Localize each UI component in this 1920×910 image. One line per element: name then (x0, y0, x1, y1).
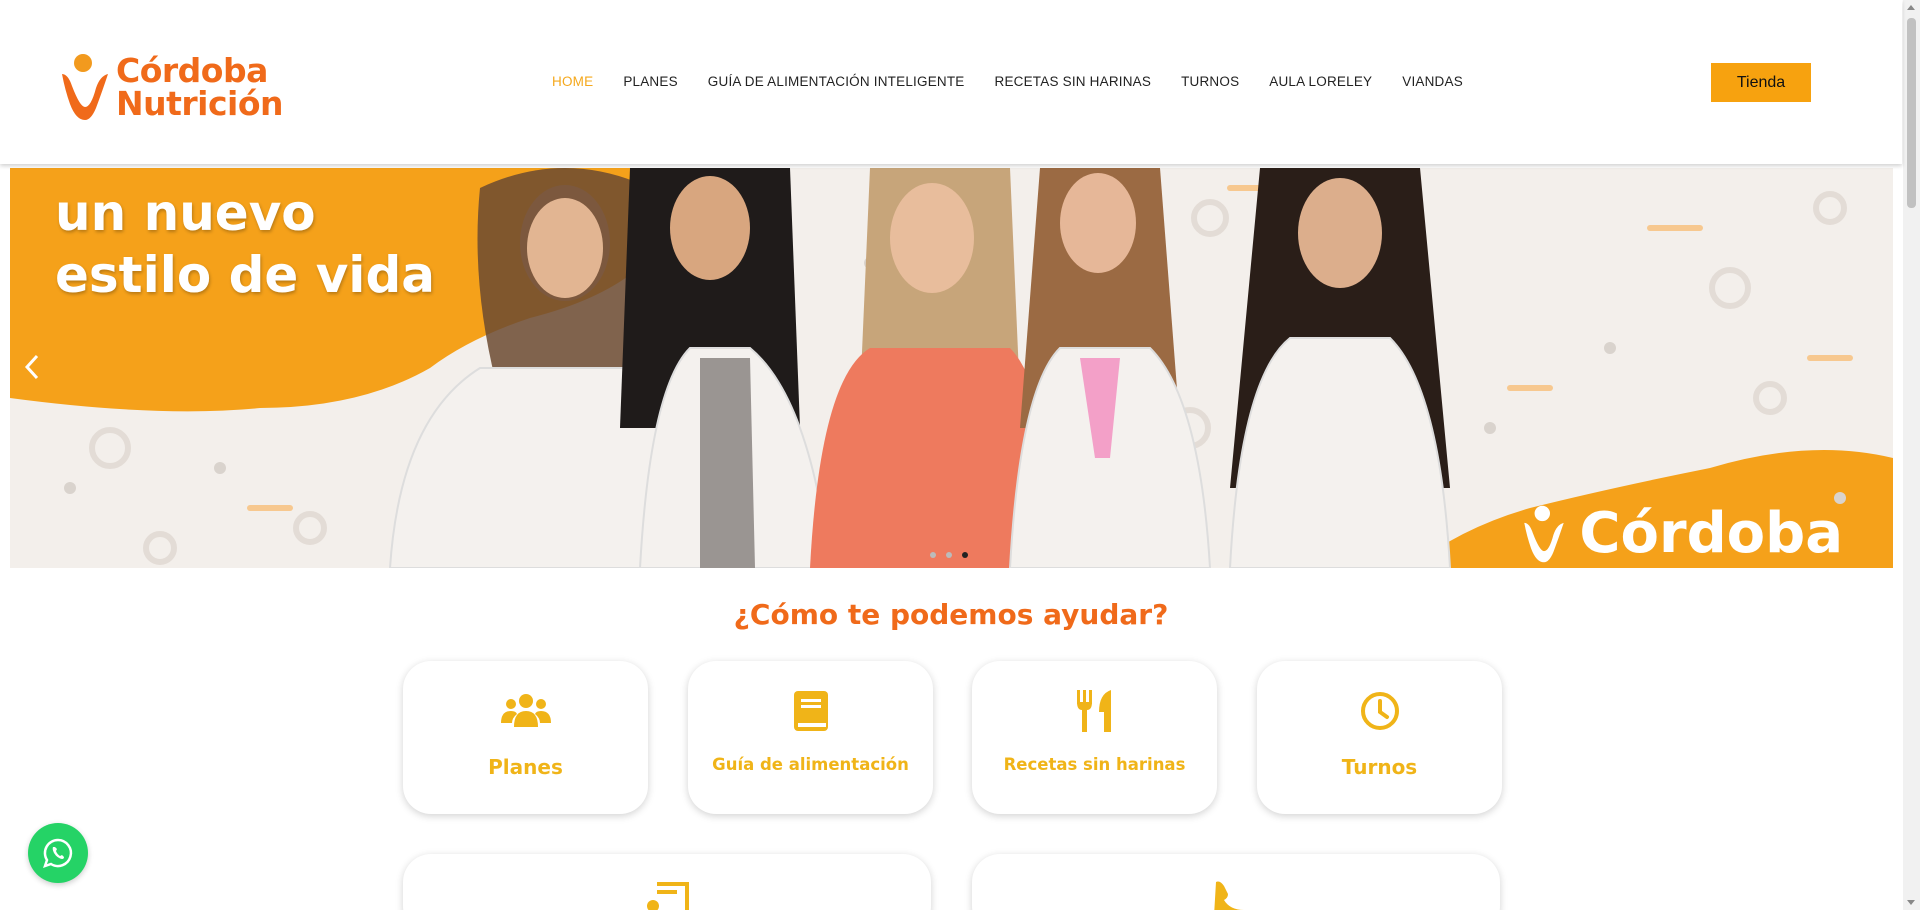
section-title: ¿Cómo te podemos ayudar? (733, 598, 1169, 631)
card-contacto[interactable] (972, 854, 1500, 910)
main-nav: HOME PLANES GUÍA DE ALIMENTACIÓN INTELIG… (552, 74, 1493, 89)
brand-logo[interactable]: Córdoba Nutrición (58, 52, 284, 122)
hero-logo-mark-icon (1524, 505, 1565, 562)
hero-headline: un nuevo estilo de vida (55, 182, 435, 306)
hero-line-2: estilo de vida (55, 246, 435, 304)
card-label: Recetas sin harinas (1003, 755, 1186, 774)
logo-text: Córdoba Nutrición (116, 51, 284, 123)
logo-line-1: Córdoba (116, 51, 268, 90)
hero-line-1: un nuevo (55, 184, 316, 242)
card-label: Guía de alimentación (712, 755, 909, 774)
scroll-up-icon[interactable] (1907, 5, 1915, 10)
card-aula[interactable] (403, 854, 931, 910)
music-icon (647, 882, 691, 910)
card-turnos[interactable]: Turnos (1257, 661, 1502, 814)
book-icon (786, 689, 836, 733)
nav-turnos[interactable]: TURNOS (1181, 74, 1239, 89)
nav-planes[interactable]: PLANES (623, 74, 677, 89)
card-label: Turnos (1341, 755, 1418, 779)
scroll-down-icon[interactable] (1907, 900, 1915, 905)
nav-guia[interactable]: GUÍA DE ALIMENTACIÓN INTELIGENTE (708, 74, 965, 89)
logo-mark-icon (58, 52, 112, 122)
hero-brand-text: Córdoba (1579, 501, 1843, 566)
utensils-icon (1070, 689, 1120, 733)
page-scrollbar[interactable] (1903, 0, 1920, 910)
whatsapp-icon (43, 838, 73, 868)
clock-icon (1355, 689, 1405, 733)
card-planes[interactable]: Planes (403, 661, 648, 814)
slider-dot-active[interactable] (962, 552, 968, 558)
phone-icon (1214, 880, 1254, 910)
nav-aula-loreley[interactable]: AULA LORELEY (1269, 74, 1372, 89)
card-recetas[interactable]: Recetas sin harinas (972, 661, 1217, 814)
hero-brand: Córdoba (1509, 501, 1843, 566)
hero-slider: un nuevo estilo de vida Córdoba (10, 168, 1893, 568)
site-header: Córdoba Nutrición HOME PLANES GUÍA DE AL… (0, 0, 1902, 164)
slider-dot[interactable] (930, 552, 936, 558)
whatsapp-button[interactable] (28, 823, 88, 883)
card-guia[interactable]: Guía de alimentación (688, 661, 933, 814)
chevron-left-icon[interactable] (24, 354, 44, 384)
users-icon (500, 689, 551, 733)
slider-dots (930, 552, 968, 558)
card-label: Planes (488, 755, 563, 779)
nav-home[interactable]: HOME (552, 74, 593, 89)
shop-button[interactable]: Tienda (1711, 63, 1811, 102)
nav-recetas[interactable]: RECETAS SIN HARINAS (995, 74, 1152, 89)
logo-line-2: Nutrición (116, 84, 284, 123)
nav-viandas[interactable]: VIANDAS (1402, 74, 1463, 89)
slider-dot[interactable] (946, 552, 952, 558)
scroll-thumb[interactable] (1907, 18, 1916, 208)
